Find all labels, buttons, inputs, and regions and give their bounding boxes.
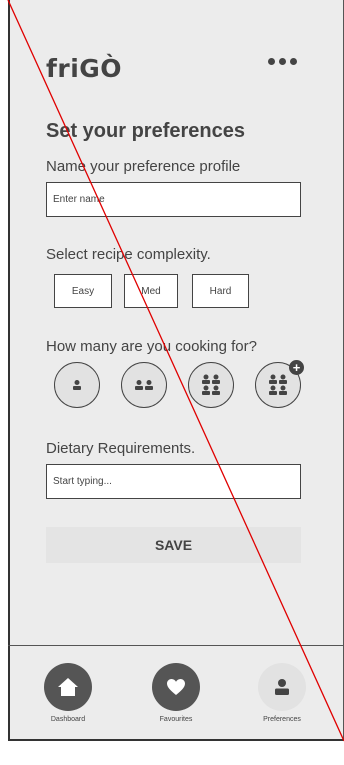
more-dots-icon[interactable] [268,58,297,65]
tab-favourites[interactable]: Favourites [136,663,216,723]
dietary-input[interactable] [46,464,301,499]
dot [268,58,275,65]
servings-label: How many are you cooking for? [46,338,257,355]
servings-selector: + [0,360,344,410]
tab-label: Favourites [159,716,193,723]
complexity-easy-button[interactable]: Easy [54,274,112,308]
app-logo: friGÒ [46,54,123,83]
tab-label: Dashboard [50,716,86,723]
tab-preferences[interactable]: Preferences [242,663,322,723]
page-title: Set your preferences [46,120,245,142]
profile-label: Name your preference profile [46,158,241,175]
tab-label: Preferences [263,716,301,723]
one-person-button[interactable] [54,362,100,408]
dot [279,58,286,65]
one-person-icon [73,380,81,390]
four-people-plus-icon [269,374,287,395]
heart-icon [152,663,200,711]
two-people-icon [135,380,153,390]
bottom-tab-bar: Dashboard Favourites Preferences [8,645,344,741]
two-people-button[interactable] [121,362,167,408]
complexity-label: Select recipe complexity. [46,246,211,263]
home-icon [44,663,92,711]
more-people-button[interactable]: + [255,360,304,408]
profile-name-input[interactable] [46,182,301,217]
tab-dashboard[interactable]: Dashboard [28,663,108,723]
person-icon [258,663,306,711]
complexity-med-button[interactable]: Med [124,274,178,308]
dot [290,58,297,65]
four-people-button[interactable] [188,362,234,408]
save-button[interactable]: SAVE [46,527,301,563]
plus-icon: + [289,360,304,375]
dietary-label: Dietary Requirements. [46,440,196,457]
four-people-icon [202,374,220,395]
complexity-hard-button[interactable]: Hard [192,274,249,308]
